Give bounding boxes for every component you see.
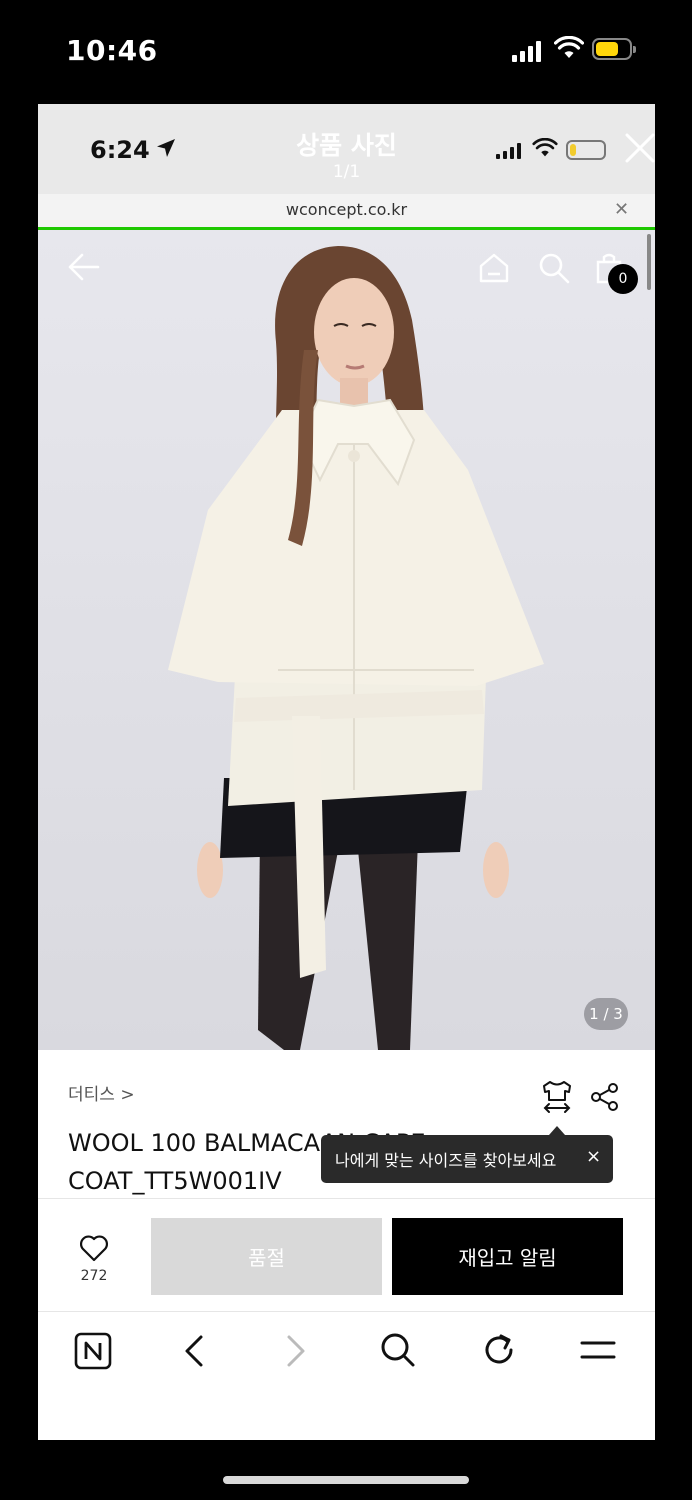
inner-screenshot: 6:24 상품 사진 1/1 wconcept.co.kr ✕ 0 1 / 3 … [38, 104, 655, 1440]
divider [38, 1198, 655, 1199]
url-close-icon[interactable]: ✕ [614, 199, 629, 220]
image-pager-badge: 1 / 3 [584, 998, 628, 1030]
home-indicator[interactable] [223, 1476, 469, 1484]
back-arrow-icon[interactable] [68, 252, 100, 282]
home-icon[interactable] [478, 252, 510, 284]
battery-icon [592, 38, 636, 60]
close-icon[interactable] [624, 132, 655, 164]
product-image[interactable] [38, 230, 655, 1050]
inner-cellular-icon [496, 142, 521, 159]
sold-out-button: 품절 [151, 1218, 382, 1295]
restock-alert-button[interactable]: 재입고 알림 [392, 1218, 623, 1295]
outer-status-time: 10:46 [66, 34, 158, 67]
share-icon[interactable] [590, 1082, 620, 1112]
naver-home-icon[interactable] [74, 1332, 112, 1370]
size-finder-tooltip: 나에게 맞는 사이즈를 찾아보세요 [321, 1135, 613, 1183]
tooltip-close-icon[interactable]: × [586, 1146, 601, 1167]
tooltip-text: 나에게 맞는 사이즈를 찾아보세요 [335, 1151, 557, 1170]
tooltip-arrow [549, 1126, 565, 1135]
browser-back-icon[interactable] [182, 1334, 206, 1368]
divider [38, 1311, 655, 1312]
viewer-count: 1/1 [332, 162, 361, 182]
scrollbar-thumb[interactable] [647, 234, 651, 290]
viewer-title: 상품 사진 [296, 131, 397, 160]
browser-search-icon[interactable] [380, 1332, 416, 1368]
heart-icon[interactable] [79, 1234, 109, 1262]
search-icon[interactable] [538, 252, 570, 284]
reload-icon[interactable] [481, 1332, 517, 1368]
wifi-icon [554, 36, 584, 58]
cellular-signal-icon [512, 40, 541, 62]
url-text[interactable]: wconcept.co.kr [38, 200, 655, 219]
inner-battery-icon [566, 140, 606, 160]
brand-link[interactable]: 더티스 > [68, 1080, 135, 1105]
menu-icon[interactable] [580, 1338, 616, 1362]
model-illustration [38, 230, 655, 1050]
cart-count-badge: 0 [608, 264, 638, 294]
browser-forward-icon [287, 1335, 305, 1367]
like-count: 272 [80, 1268, 108, 1284]
inner-wifi-icon [532, 138, 558, 157]
size-guide-icon[interactable] [540, 1080, 574, 1114]
